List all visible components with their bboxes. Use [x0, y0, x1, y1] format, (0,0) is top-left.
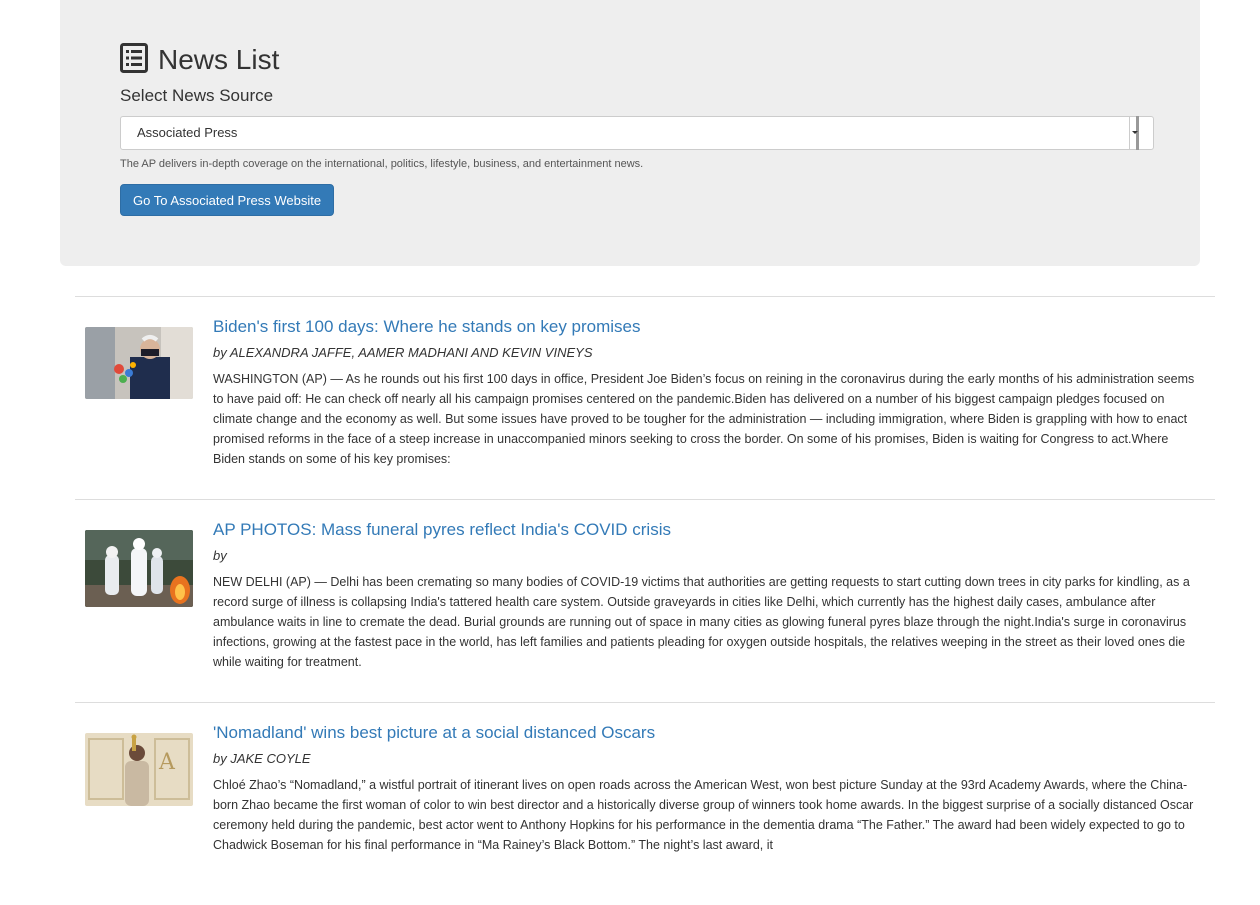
news-source-select[interactable]: Associated Press — [120, 116, 1154, 150]
chevron-down-icon[interactable] — [1129, 116, 1139, 150]
article-thumbnail[interactable]: A — [85, 733, 193, 806]
source-description: The AP delivers in-depth coverage on the… — [120, 158, 644, 170]
article-thumbnail[interactable] — [85, 327, 193, 399]
news-source-panel: News List Select News Source Associated … — [60, 0, 1200, 266]
article-body: AP PHOTOS: Mass funeral pyres reflect In… — [213, 518, 1203, 672]
article-byline: by ALEXANDRA JAFFE, AAMER MADHANI AND KE… — [213, 345, 593, 360]
list-alt-icon — [120, 43, 148, 73]
svg-text:A: A — [158, 750, 176, 775]
news-source-selected-value: Associated Press — [137, 125, 238, 140]
article-body: 'Nomadland' wins best picture at a socia… — [213, 721, 1203, 855]
oscars-photo-image: A — [85, 733, 193, 806]
go-to-website-button[interactable]: Go To Associated Press Website — [120, 184, 335, 216]
article-byline: by — [213, 548, 227, 563]
article-byline: by JAKE COYLE — [213, 751, 311, 766]
article-thumbnail[interactable] — [85, 530, 193, 607]
article-summary: WASHINGTON (AP) — As he rounds out his f… — [213, 372, 1195, 466]
page-title: News List — [158, 44, 280, 75]
article-headline-link[interactable]: 'Nomadland' wins best picture at a socia… — [213, 721, 1203, 745]
list-item: Biden's first 100 days: Where he stands … — [75, 296, 1215, 499]
list-item: AP PHOTOS: Mass funeral pyres reflect In… — [75, 499, 1215, 702]
article-headline-link[interactable]: Biden's first 100 days: Where he stands … — [213, 315, 1203, 339]
page-title-row: News List — [120, 36, 279, 80]
funeral-pyres-photo-image — [85, 530, 193, 607]
article-headline-link[interactable]: AP PHOTOS: Mass funeral pyres reflect In… — [213, 518, 1203, 542]
list-item: A 'Nomadland' wins best picture at a soc… — [75, 702, 1215, 905]
article-body: Biden's first 100 days: Where he stands … — [213, 315, 1203, 469]
select-news-source-label: Select News Source — [120, 86, 274, 105]
article-summary: NEW DELHI (AP) — Delhi has been crematin… — [213, 575, 1190, 669]
article-summary: Chloé Zhao’s “Nomadland,” a wistful port… — [213, 778, 1194, 852]
biden-photo-image — [85, 327, 193, 399]
news-list: Biden's first 100 days: Where he stands … — [75, 296, 1215, 905]
